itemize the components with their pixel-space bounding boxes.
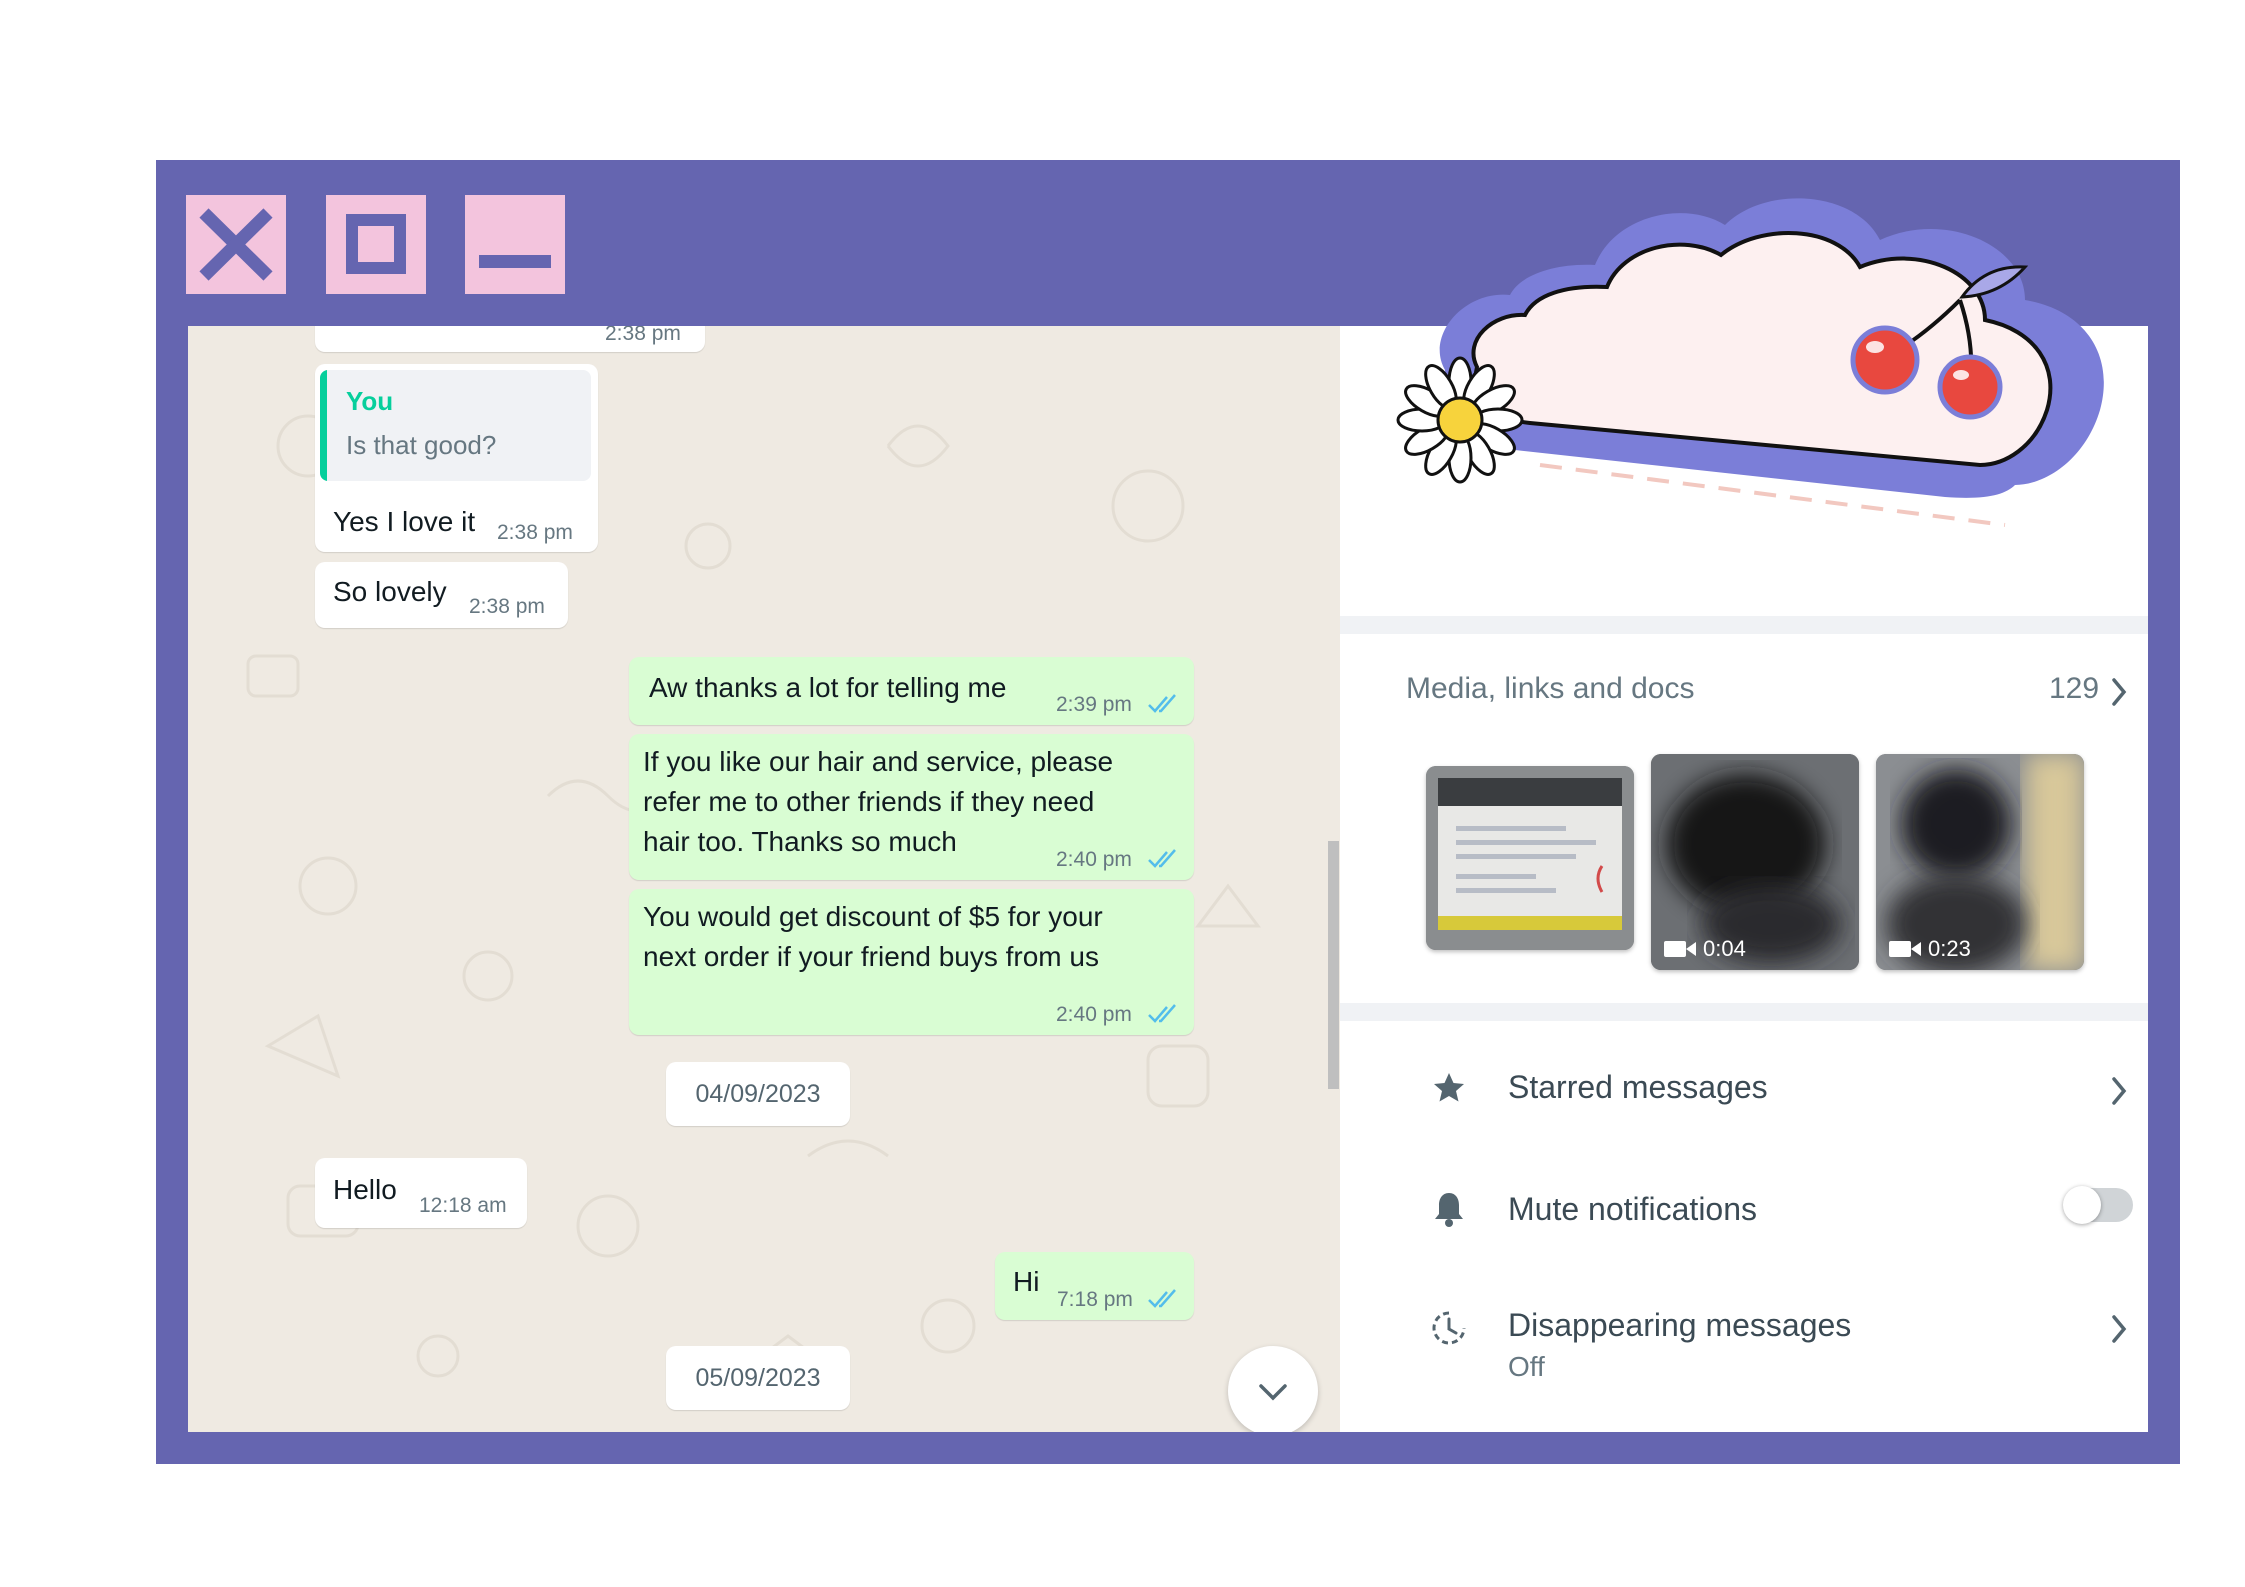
chat-pane[interactable]: 2:38 pm You Is that good? Yes I love it … xyxy=(188,326,1340,1432)
chat-scrollbar[interactable] xyxy=(1328,841,1339,1089)
message-time: 2:38 pm xyxy=(469,595,545,618)
close-icon xyxy=(199,208,273,281)
bell-icon xyxy=(1435,1193,1463,1227)
read-receipt-icon xyxy=(1148,849,1176,868)
quote-text: Is that good? xyxy=(346,430,497,460)
media-count: 129 xyxy=(2049,672,2100,705)
video-camera-icon xyxy=(1889,941,1921,957)
message-bubble-outgoing[interactable]: Aw thanks a lot for telling me 2:39 pm xyxy=(629,657,1194,725)
starred-messages-label: Starred messages xyxy=(1508,1069,1768,1105)
message-bubble-partial[interactable]: 2:38 pm xyxy=(315,326,705,352)
video-duration-text: 0:23 xyxy=(1928,936,1971,961)
starred-messages-row[interactable]: Starred messages xyxy=(1340,1031,2148,1141)
minimize-button[interactable] xyxy=(465,195,565,294)
message-time: 2:39 pm xyxy=(1056,693,1132,716)
read-receipt-icon xyxy=(1148,1289,1176,1308)
message-bubble-incoming[interactable]: So lovely 2:38 pm xyxy=(315,562,568,628)
message-time: 12:18 am xyxy=(419,1194,507,1217)
section-divider xyxy=(1340,616,2148,634)
message-text: Yes I love it xyxy=(333,506,476,537)
message-bubble-incoming[interactable]: You Is that good? Yes I love it 2:38 pm xyxy=(315,364,598,552)
section-divider xyxy=(1340,1003,2148,1021)
read-receipt-icon xyxy=(1148,1004,1176,1023)
message-time: 2:40 pm xyxy=(1056,848,1132,871)
document-photo-icon xyxy=(1426,766,1634,950)
mute-notifications-toggle[interactable] xyxy=(2063,1186,2133,1224)
video-duration: 0:23 xyxy=(1888,936,1971,962)
date-separator: 05/09/2023 xyxy=(666,1346,850,1410)
cloud-sticker xyxy=(1396,198,2104,527)
message-time: 7:18 pm xyxy=(1057,1288,1133,1311)
media-thumbnail[interactable] xyxy=(1426,766,1634,950)
chevron-right-icon xyxy=(2112,1315,2127,1343)
disappearing-messages-row[interactable]: Disappearing messages Off xyxy=(1340,1271,2148,1421)
message-text: If you like our hair and service, please… xyxy=(643,746,1114,857)
disappearing-messages-value: Off xyxy=(1508,1351,1545,1382)
chevron-down-icon xyxy=(1259,1384,1287,1401)
message-bubble-outgoing[interactable]: You would get discount of $5 for your ne… xyxy=(629,889,1194,1035)
quoted-message[interactable]: You Is that good? xyxy=(320,370,591,481)
video-duration: 0:04 xyxy=(1663,936,1746,962)
chevron-right-icon[interactable] xyxy=(2108,674,2132,710)
message-text: Hello xyxy=(333,1174,397,1205)
toggle-knob xyxy=(2063,1186,2101,1224)
message-text: So lovely xyxy=(333,576,447,607)
media-thumbnail[interactable]: 0:04 xyxy=(1651,754,1859,970)
read-receipt-icon xyxy=(1148,694,1176,713)
video-duration-text: 0:04 xyxy=(1703,936,1746,961)
disappearing-messages-label: Disappearing messages xyxy=(1508,1307,1852,1343)
close-button[interactable] xyxy=(186,195,286,294)
minimize-icon xyxy=(479,255,551,268)
message-text: You would get discount of $5 for your ne… xyxy=(643,901,1103,972)
message-text: Aw thanks a lot for telling me xyxy=(649,672,1007,703)
video-camera-icon xyxy=(1664,941,1696,957)
mute-notifications-row[interactable]: Mute notifications xyxy=(1340,1151,2148,1261)
message-time: 2:38 pm xyxy=(605,326,681,345)
message-time: 2:38 pm xyxy=(497,521,573,544)
scroll-to-bottom-button[interactable] xyxy=(1228,1346,1318,1432)
chevron-right-icon xyxy=(2112,1077,2127,1105)
message-bubble-outgoing[interactable]: If you like our hair and service, please… xyxy=(629,734,1194,880)
message-bubble-outgoing[interactable]: Hi 7:18 pm xyxy=(995,1252,1194,1320)
date-separator: 04/09/2023 xyxy=(666,1062,850,1126)
quote-accent-bar xyxy=(320,370,327,481)
media-links-docs-label: Media, links and docs xyxy=(1406,672,1695,705)
message-text: Hi xyxy=(1013,1266,1040,1297)
mute-notifications-label: Mute notifications xyxy=(1508,1191,1758,1227)
maximize-button[interactable] xyxy=(326,195,426,294)
timer-icon xyxy=(1432,1311,1466,1345)
message-time: 2:40 pm xyxy=(1056,1003,1132,1026)
star-icon xyxy=(1434,1073,1464,1102)
media-thumbnail[interactable]: 0:23 xyxy=(1876,754,2084,970)
maximize-icon xyxy=(346,214,406,274)
message-bubble-incoming[interactable]: Hello 12:18 am xyxy=(315,1158,527,1228)
quote-author: You xyxy=(346,386,394,416)
